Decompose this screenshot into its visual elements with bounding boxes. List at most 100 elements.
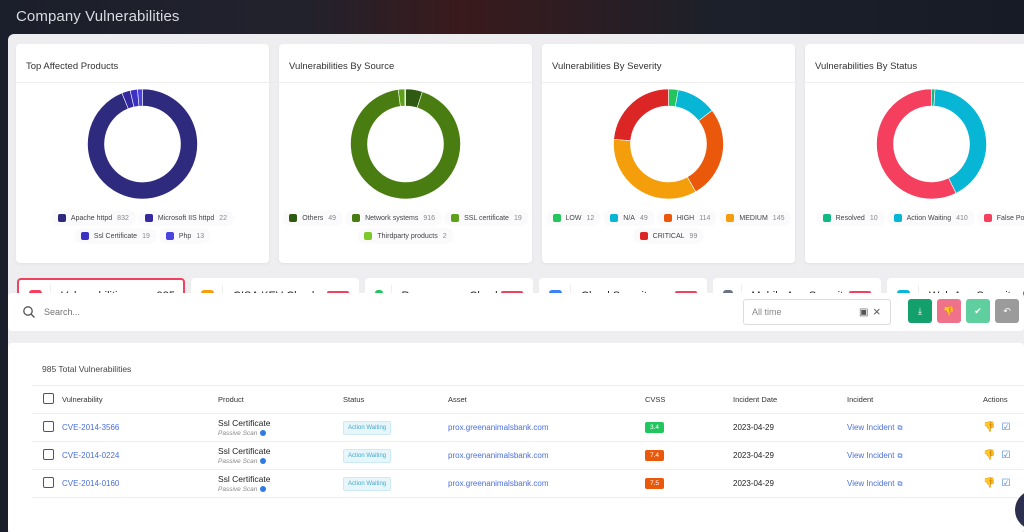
clear-icon[interactable]: ×	[873, 304, 881, 319]
date-filter-input[interactable]: All time ▣ ×	[743, 299, 891, 325]
donut-chart	[613, 88, 724, 200]
donut-slice-critical[interactable]	[613, 88, 669, 142]
table-row: CVE-2014-3566 Ssl Certificate Passive Scan…	[32, 413, 1024, 442]
resolve-checkbox-icon[interactable]: ☑	[1001, 450, 1010, 461]
calendar-icon[interactable]: ▣	[859, 307, 868, 318]
select-all-checkbox[interactable]	[43, 393, 54, 404]
chart-card-vulnerabilities-by-severity: Vulnerabilities By Severity LOW 12 N/A 49 HIG…	[542, 44, 795, 263]
mark-false-positive-icon[interactable]: 👎	[983, 422, 995, 433]
legend-label: HIGH	[676, 214, 695, 222]
legend-item-apache-httpd[interactable]: Apache httpd 832	[52, 212, 134, 224]
row-checkbox[interactable]	[43, 421, 54, 432]
legend-swatch	[822, 214, 831, 222]
external-link-icon: ⧉	[897, 452, 903, 460]
legend-label: Resolved	[835, 214, 865, 222]
donut-slice-medium[interactable]	[613, 138, 697, 200]
scan-type: Passive Scan	[218, 486, 258, 493]
col-vulnerability[interactable]: Vulnerability	[62, 385, 218, 414]
asset-link[interactable]: prox.greenanimalsbank.com	[448, 451, 549, 460]
asset-link[interactable]: prox.greenanimalsbank.com	[448, 479, 549, 488]
legend-label: Apache httpd	[70, 214, 113, 222]
legend-label: SSL certificate	[464, 214, 509, 222]
row-checkbox[interactable]	[43, 449, 54, 460]
col-cvss[interactable]: CVSS	[645, 385, 733, 414]
legend-label: MEDIUM	[739, 214, 768, 222]
col-asset[interactable]: Asset	[448, 385, 645, 414]
cvss-badge: 3.4	[645, 422, 665, 433]
scan-type: Passive Scan	[218, 458, 258, 465]
legend-swatch	[57, 214, 66, 222]
legend-item-n-a[interactable]: N/A 49	[605, 212, 653, 224]
cve-link[interactable]: CVE-2014-0160	[62, 479, 119, 488]
legend-item-medium[interactable]: MEDIUM 145	[721, 212, 790, 224]
col-status[interactable]: Status	[343, 385, 448, 414]
legend-item-low[interactable]: LOW 12	[547, 212, 600, 224]
cve-link[interactable]: CVE-2014-3566	[62, 423, 119, 432]
view-incident-label: View Incident	[847, 450, 895, 460]
legend-item-php[interactable]: Php 13	[160, 230, 210, 242]
chart-card-vulnerabilities-by-status: Vulnerabilities By Status Resolved 10 Actio…	[805, 44, 1024, 263]
donut-slice-high[interactable]	[686, 110, 724, 193]
legend-item-microsoft-iis-httpd[interactable]: Microsoft IIS httpd 22	[139, 212, 233, 224]
search-input[interactable]	[44, 301, 544, 323]
cve-link[interactable]: CVE-2014-0224	[62, 451, 119, 460]
legend-swatch	[610, 214, 619, 222]
chart-title: Vulnerabilities By Severity	[552, 61, 662, 72]
resolve-button[interactable]: ✔	[966, 299, 990, 323]
legend-item-critical[interactable]: CRITICAL 99	[634, 230, 703, 242]
row-checkbox[interactable]	[43, 477, 54, 488]
legend-count: 10	[869, 214, 878, 222]
legend-item-others[interactable]: Others 49	[284, 212, 342, 224]
donut-chart	[350, 88, 461, 200]
resolve-checkbox-icon[interactable]: ☑	[1001, 422, 1010, 433]
legend-item-thirdparty-products[interactable]: Thirdparty products 2	[359, 230, 452, 242]
legend-swatch	[364, 232, 373, 240]
view-incident-link[interactable]: View Incident ⧉	[847, 423, 902, 432]
legend-item-high[interactable]: HIGH 114	[658, 212, 716, 224]
legend-count: 19	[513, 214, 522, 222]
vulnerabilities-table-card: 985 Total Vulnerabilities Vulnerability …	[8, 343, 1024, 532]
legend-count: 13	[196, 232, 205, 240]
legend-item-resolved[interactable]: Resolved 10	[817, 212, 883, 224]
legend-label: Ssl Certificate	[93, 232, 138, 240]
info-icon[interactable]	[260, 429, 267, 436]
legend-item-ssl-certificate[interactable]: Ssl Certificate 19	[75, 230, 155, 242]
product-name: Ssl Certificate	[218, 418, 271, 428]
legend-item-action-waiting[interactable]: Action Waiting 410	[888, 212, 973, 224]
cvss-badge: 7.5	[645, 478, 665, 489]
legend-count: 12	[586, 214, 595, 222]
chart-title: Vulnerabilities By Status	[815, 61, 918, 72]
view-incident-link[interactable]: View Incident ⧉	[847, 451, 902, 460]
legend-item-network-systems[interactable]: Network systems 916	[347, 212, 441, 224]
info-icon[interactable]	[260, 485, 267, 492]
legend-count: 19	[142, 232, 150, 240]
download-icon: ⤓	[918, 305, 922, 316]
external-link-icon: ⧉	[897, 480, 903, 488]
col-incident-date[interactable]: Incident Date	[733, 385, 847, 414]
col-product[interactable]: Product	[218, 385, 343, 414]
incident-date: 2023-04-29	[733, 469, 847, 498]
download-button[interactable]: ⤓	[908, 299, 932, 323]
legend-item-false-positive[interactable]: False Positive	[978, 212, 1024, 224]
chart-legend: Others 49 Network systems 916 SSL certificat…	[283, 212, 528, 242]
donut-slice-thirdparty-products[interactable]	[404, 88, 406, 107]
chart-legend: Resolved 10 Action Waiting 410 False Positiv…	[809, 212, 1024, 224]
revert-button[interactable]: ↶	[995, 299, 1019, 323]
info-icon[interactable]	[260, 457, 267, 464]
legend-swatch	[144, 214, 153, 222]
donut-slice-action-waiting[interactable]	[933, 88, 987, 194]
status-badge: Action Waiting	[343, 448, 392, 463]
table-header-row: Vulnerability Product Status Asset CVSS …	[32, 385, 1024, 414]
view-incident-link[interactable]: View Incident ⧉	[847, 479, 902, 488]
mark-false-positive-icon[interactable]: 👎	[983, 478, 995, 489]
legend-swatch	[451, 214, 460, 222]
total-count: 985 Total Vulnerabilities	[42, 364, 132, 374]
legend-item-ssl-certificate[interactable]: SSL certificate 19	[446, 212, 527, 224]
legend-label: False Positive	[996, 214, 1024, 222]
asset-link[interactable]: prox.greenanimalsbank.com	[448, 423, 549, 432]
legend-swatch	[165, 232, 174, 240]
resolve-checkbox-icon[interactable]: ☑	[1001, 478, 1010, 489]
false-positive-button[interactable]: 👎	[937, 299, 961, 323]
date-filter-value: All time	[752, 307, 782, 317]
mark-false-positive-icon[interactable]: 👎	[983, 450, 995, 461]
